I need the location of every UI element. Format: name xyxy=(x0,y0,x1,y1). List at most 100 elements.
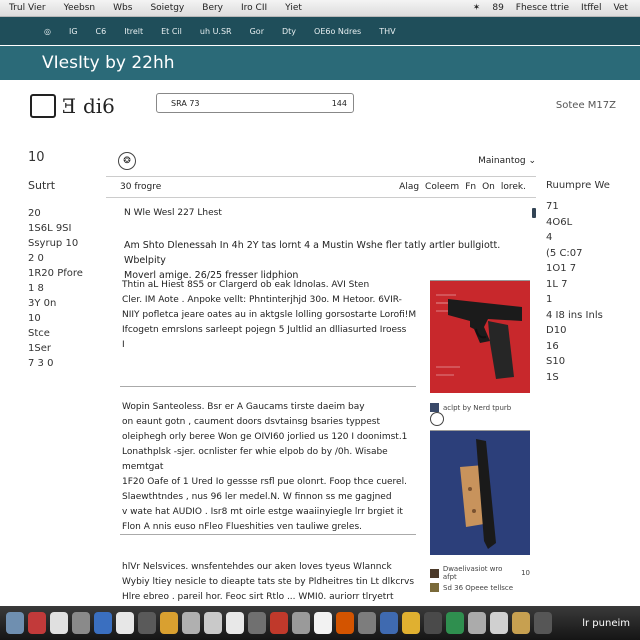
app-launcher-icon[interactable] xyxy=(138,612,156,634)
site-emblem-icon[interactable]: ❂ xyxy=(118,152,136,170)
bookmark-icon[interactable] xyxy=(532,208,536,218)
right-sidebar-item[interactable]: 1O1 7 xyxy=(546,261,616,277)
nav-item[interactable]: C6 xyxy=(96,27,107,36)
menu-item[interactable]: Bery xyxy=(193,3,232,13)
chevron-down-icon[interactable]: ⌄ xyxy=(528,156,536,166)
nav-item[interactable]: Et Cil xyxy=(161,27,182,36)
tab-item[interactable]: Fn xyxy=(465,182,476,192)
tray-text[interactable]: lr puneim xyxy=(582,618,640,629)
app-launcher-icon[interactable] xyxy=(380,612,398,634)
nav-item[interactable]: Itrelt xyxy=(124,27,143,36)
right-sidebar-item[interactable]: 1L 7 xyxy=(546,277,616,293)
app-launcher-icon[interactable] xyxy=(292,612,310,634)
app-launcher-icon[interactable] xyxy=(182,612,200,634)
nav-item[interactable]: IG xyxy=(69,27,78,36)
right-sidebar-item[interactable]: D10 xyxy=(546,323,616,339)
app-launcher-icon[interactable] xyxy=(28,612,46,634)
menu-status-item[interactable]: Fhesce ttrie xyxy=(516,3,569,13)
paragraph-line: I xyxy=(122,340,125,350)
right-sidebar-item[interactable]: 4 xyxy=(546,230,616,246)
menu-status-item[interactable]: 89 xyxy=(492,3,503,13)
tab-item[interactable]: On xyxy=(482,182,495,192)
menu-item[interactable]: Yeebsn xyxy=(55,3,104,13)
menu-status-item[interactable]: Itffel xyxy=(581,3,601,13)
right-sidebar-item[interactable]: 4O6L xyxy=(546,215,616,231)
app-launcher-icon[interactable] xyxy=(160,612,178,634)
left-sidebar-item[interactable]: 1Ser xyxy=(28,341,100,356)
left-sidebar-item[interactable]: 3Y 0n xyxy=(28,296,100,311)
paragraph-line: oleiphegh orly beree Won ge OIVI60 jorli… xyxy=(122,432,408,442)
app-launcher-icon[interactable] xyxy=(358,612,376,634)
app-launcher-icon[interactable] xyxy=(116,612,134,634)
left-sidebar-item[interactable]: 1 8 xyxy=(28,281,100,296)
tab-item[interactable]: lorek. xyxy=(501,182,526,192)
nav-item[interactable]: Gor xyxy=(250,27,264,36)
menu-item[interactable]: Trul Vier xyxy=(0,3,55,13)
caption-text: Dwaelivasiot wro afpt xyxy=(442,565,503,581)
search-input[interactable]: SRA 73 144 xyxy=(156,93,354,113)
app-launcher-icon[interactable] xyxy=(204,612,222,634)
nav-item[interactable]: uh U.SR xyxy=(200,27,232,36)
app-launcher-icon[interactable] xyxy=(402,612,420,634)
toolbar-label[interactable]: Mainantog xyxy=(478,156,525,166)
photo-card-1[interactable]: aclpt by Nerd tpurb xyxy=(430,280,530,412)
paragraph-line: Cler. IM Aote . Anpoke vellt: Phntinterj… xyxy=(122,295,402,305)
app-launcher-icon[interactable] xyxy=(534,612,552,634)
right-sidebar-item[interactable]: S10 xyxy=(546,354,616,370)
app-launcher-icon[interactable] xyxy=(314,612,332,634)
tab-item[interactable]: Alag xyxy=(399,182,419,192)
left-sidebar-item[interactable]: 10 xyxy=(28,311,100,326)
app-launcher-icon[interactable] xyxy=(336,612,354,634)
paragraph-line: hlVr Nelsvices. wnsfentehdes our aken lo… xyxy=(122,562,392,572)
photo-caption-2: Dwaelivasiot wro afpt 10 xyxy=(430,565,530,581)
compass-icon[interactable] xyxy=(430,412,444,426)
paragraph-line: Wybiy ltiey nesicle to dieapte tats ste … xyxy=(122,577,415,587)
nav-item[interactable]: Dty xyxy=(282,27,296,36)
app-launcher-icon[interactable] xyxy=(490,612,508,634)
right-sidebar-item[interactable]: (5 C:07 xyxy=(546,246,616,262)
left-sidebar-item[interactable]: 1S6L 9SI xyxy=(28,221,100,236)
search-value: SRA 73 xyxy=(171,98,200,108)
app-launcher-icon[interactable] xyxy=(270,612,288,634)
menu-status-item[interactable]: ✶ xyxy=(473,3,481,13)
menu-status-item[interactable]: Vet xyxy=(613,3,628,13)
tab-item[interactable]: Coleem xyxy=(425,182,459,192)
left-sidebar-item[interactable]: 7 3 0 xyxy=(28,356,100,371)
app-launcher-icon[interactable] xyxy=(6,612,24,634)
right-sidebar-item[interactable]: 1 xyxy=(546,292,616,308)
left-sidebar-item[interactable]: 20 xyxy=(28,206,100,221)
menu-item[interactable]: Yiet xyxy=(276,3,311,13)
app-launcher-icon[interactable] xyxy=(226,612,244,634)
caption-mark: 10 xyxy=(521,569,530,577)
photo-caption-1: aclpt by Nerd tpurb xyxy=(430,403,530,412)
right-sidebar-item[interactable]: 1S xyxy=(546,370,616,386)
tab-row-left[interactable]: 30 frogre xyxy=(106,182,161,192)
app-launcher-icon[interactable] xyxy=(468,612,486,634)
menu-item[interactable]: Wbs xyxy=(104,3,141,13)
right-sidebar-item[interactable]: 71 xyxy=(546,199,616,215)
header-right-link[interactable]: Sotee M17Z xyxy=(556,100,616,111)
right-sidebar-item[interactable]: 16 xyxy=(546,339,616,355)
app-launcher-icon[interactable] xyxy=(50,612,68,634)
pistol-photo[interactable] xyxy=(430,280,530,397)
menu-item[interactable]: Soietgy xyxy=(141,3,193,13)
nav-item[interactable]: THV xyxy=(379,27,395,36)
app-launcher-icon[interactable] xyxy=(72,612,90,634)
app-launcher-icon[interactable] xyxy=(94,612,112,634)
app-launcher-icon[interactable] xyxy=(446,612,464,634)
subhead-text: N Wle Wesl 227 Lhest xyxy=(124,208,222,218)
photo-card-2[interactable]: Dwaelivasiot wro afpt 10 Sd 36 Opeee tel… xyxy=(430,412,530,592)
menu-item[interactable]: Iro CII xyxy=(232,3,276,13)
app-launcher-icon[interactable] xyxy=(248,612,266,634)
nav-item[interactable]: ◎ xyxy=(44,27,51,36)
site-logo[interactable]: Ǝ di6 xyxy=(30,94,115,118)
holster-photo[interactable] xyxy=(430,430,530,559)
app-launcher-icon[interactable] xyxy=(424,612,442,634)
left-sidebar-item[interactable]: 1R20 Pfore xyxy=(28,266,100,281)
left-sidebar-item[interactable]: Ssyrup 10 xyxy=(28,236,100,251)
left-sidebar-item[interactable]: 2 0 xyxy=(28,251,100,266)
left-sidebar-item[interactable]: Stce xyxy=(28,326,100,341)
nav-item[interactable]: OE6o Ndres xyxy=(314,27,361,36)
app-launcher-icon[interactable] xyxy=(512,612,530,634)
right-sidebar-item[interactable]: 4 I8 ins Inls xyxy=(546,308,616,324)
